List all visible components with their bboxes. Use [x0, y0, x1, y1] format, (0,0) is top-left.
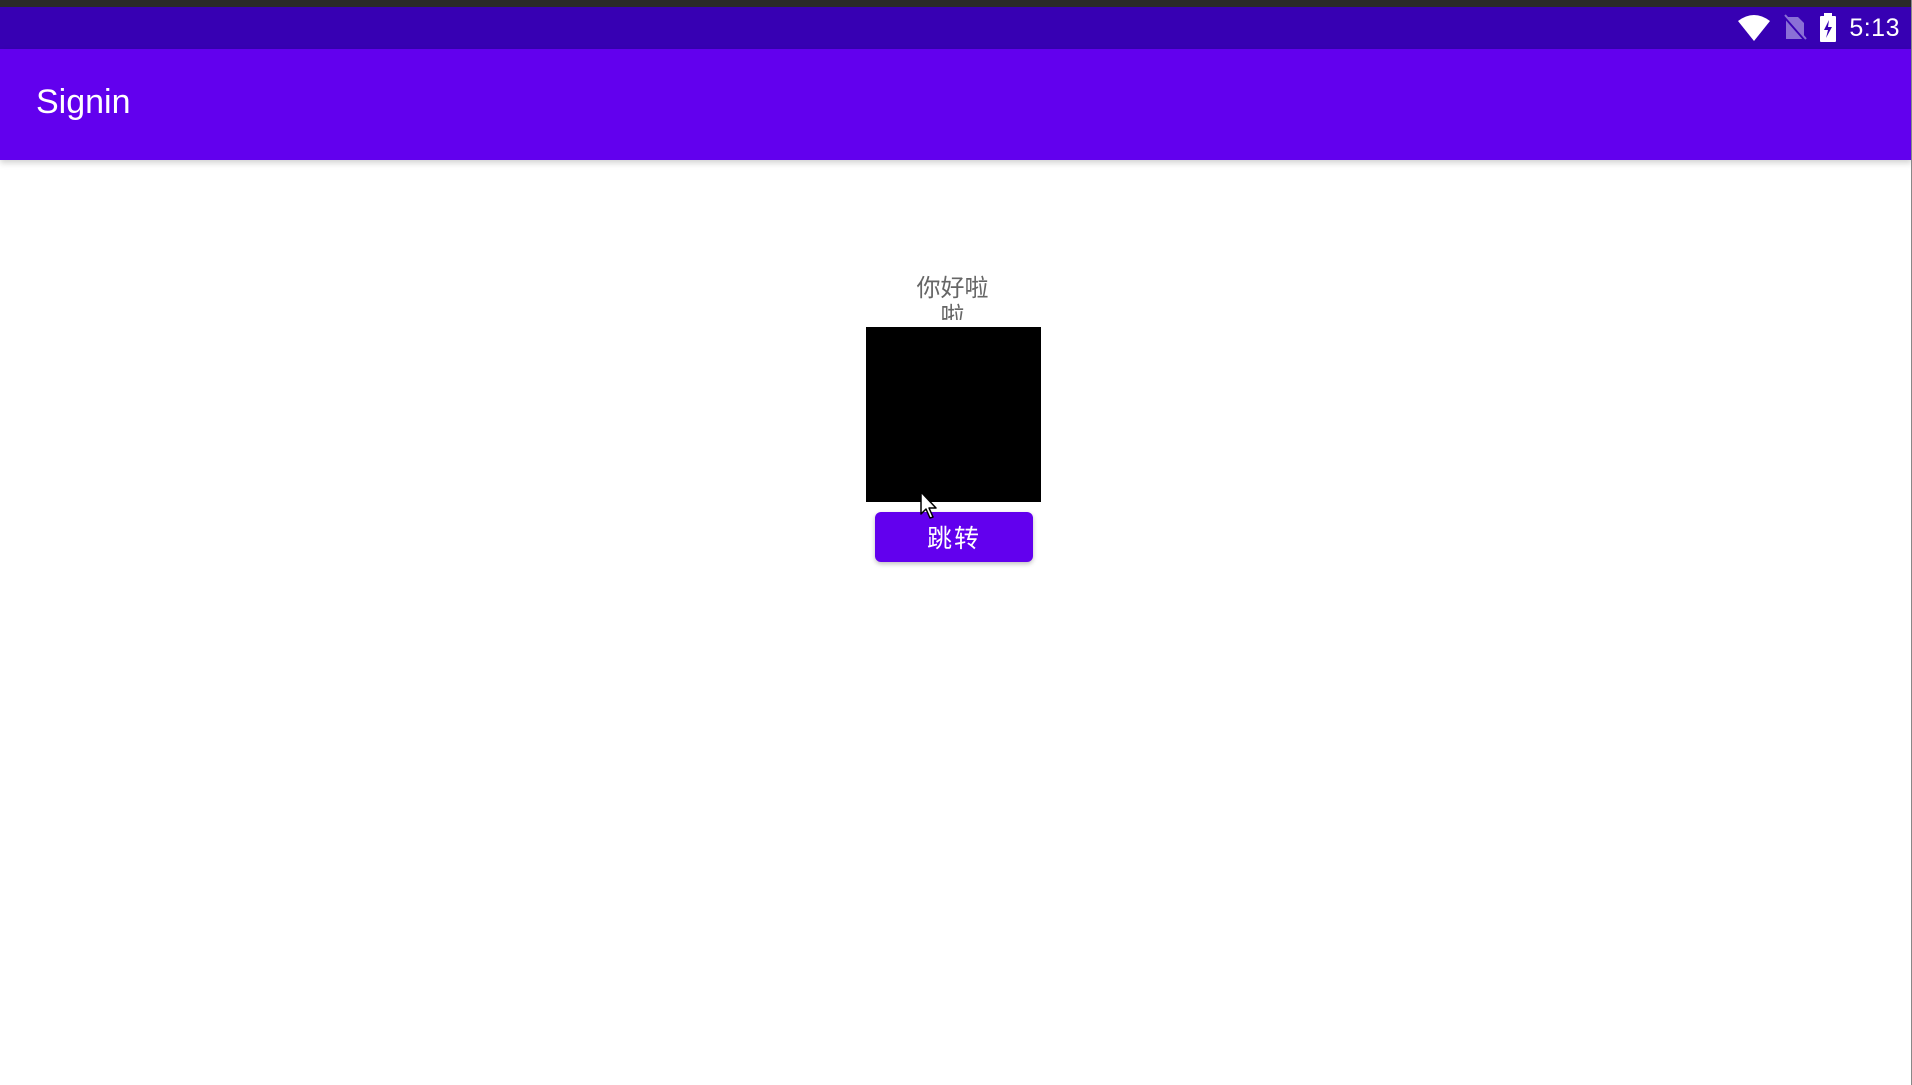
jump-button[interactable]: 跳转	[875, 512, 1033, 562]
greeting-text: 你好啦啦	[916, 274, 989, 320]
battery-charging-icon	[1820, 13, 1837, 42]
mouse-cursor-icon	[920, 491, 937, 519]
app-title: Signin	[36, 83, 131, 121]
wifi-icon	[1738, 15, 1771, 41]
window-top-edge	[0, 0, 1912, 7]
status-time: 5:13	[1849, 13, 1900, 42]
status-bar: 5:13	[0, 7, 1912, 49]
app-bar: Signin	[0, 49, 1912, 160]
status-icons: 5:13	[1737, 7, 1900, 49]
main-content: 你好啦啦 跳转	[0, 160, 1912, 1085]
app-window: 5:13 Signin 你好啦啦 跳转	[0, 0, 1912, 1085]
image-view	[866, 327, 1041, 502]
no-sim-icon	[1783, 14, 1808, 42]
